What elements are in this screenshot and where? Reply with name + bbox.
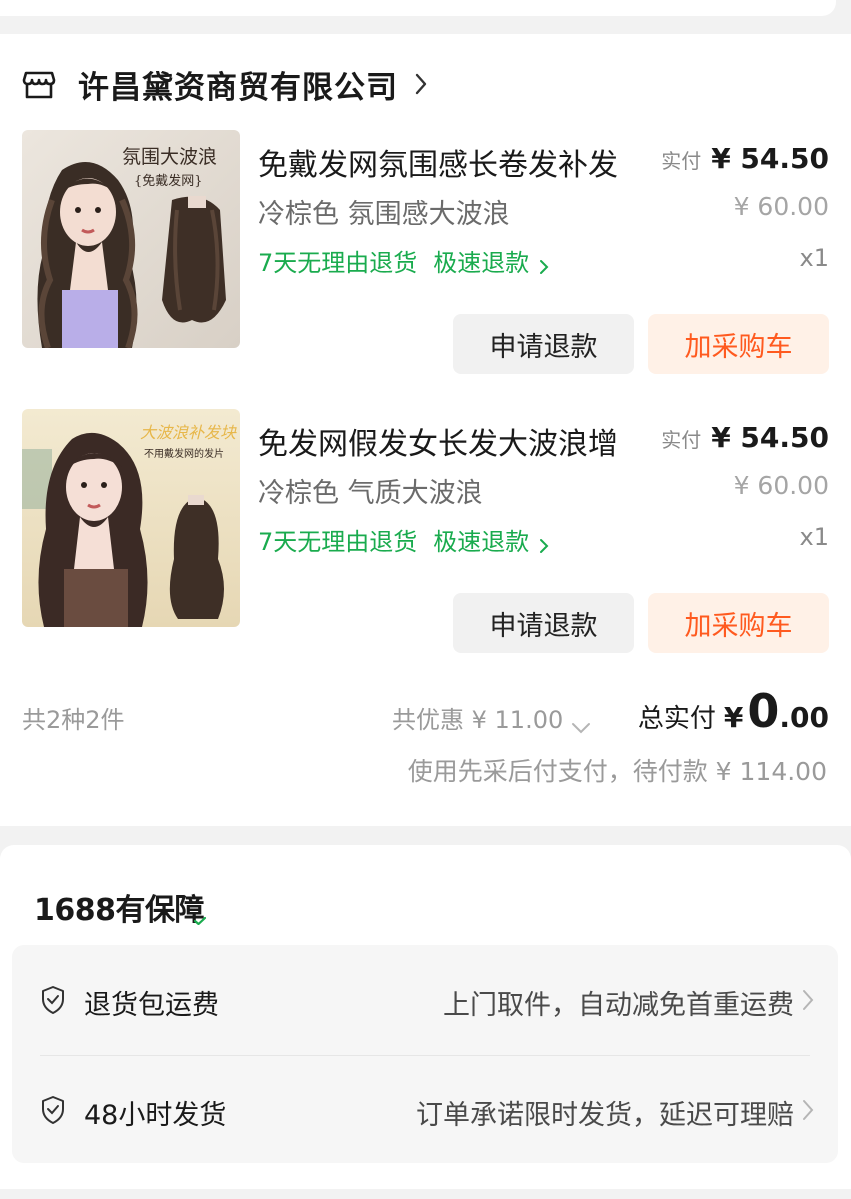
shield-check-icon — [42, 986, 64, 1014]
price-row: 实付 ¥ 54.50 — [661, 421, 829, 454]
shop-name: 许昌黛资商贸有限公司 — [78, 69, 398, 106]
chevron-right-icon — [539, 253, 549, 274]
guarantee-list: 退货包运费 上门取件，自动减免首重运费 48小时发货 订单承诺限时发货，延迟可理… — [12, 945, 838, 1163]
price-value: ¥ 54.50 — [711, 142, 829, 175]
chevron-right-icon — [539, 532, 549, 553]
product-title[interactable]: 免发网假发女长发大波浪增 — [258, 419, 618, 463]
price-label: 实付 — [661, 428, 702, 452]
policy-refund: 极速退款 — [433, 249, 530, 277]
total-label: 总实付 — [637, 704, 716, 734]
product-variant: 冷棕色 氛围感大波浪 — [258, 199, 510, 230]
guarantee-desc: 上门取件，自动减免首重运费 — [443, 990, 794, 1021]
refund-button[interactable]: 申请退款 — [453, 593, 634, 653]
check-icon — [194, 917, 206, 925]
guarantee-brand: 1688 — [34, 893, 116, 928]
product-image[interactable]: 氛围大波浪 {免戴发网} — [22, 130, 240, 348]
guarantee-last-char-wrap: 障 — [175, 885, 206, 929]
chevron-right-icon — [414, 72, 428, 96]
chevron-right-icon — [803, 990, 814, 1010]
item-count: 共2种2件 — [22, 706, 125, 734]
refund-button[interactable]: 申请退款 — [453, 314, 634, 374]
price-row: 实付 ¥ 54.50 — [661, 142, 829, 175]
chevron-down-icon — [571, 712, 591, 733]
previous-card-bottom — [0, 0, 836, 16]
policy-link[interactable]: 7天无理由退货 极速退款 — [258, 243, 549, 278]
thumb-banner: 大波浪补发块 — [140, 423, 237, 442]
policy-return: 7天无理由退货 — [258, 249, 418, 277]
policy-refund: 极速退款 — [433, 528, 530, 556]
price-label: 实付 — [661, 149, 702, 173]
previous-card-edge — [0, 0, 851, 16]
quantity: x1 — [799, 523, 829, 551]
shop-icon — [22, 67, 56, 101]
guarantee-item[interactable]: 退货包运费 上门取件，自动减免首重运费 — [12, 945, 838, 1053]
guarantee-name: 48小时发货 — [84, 1100, 227, 1131]
total-integer: 0 — [747, 684, 780, 738]
order-card: 许昌黛资商贸有限公司 氛围大波浪 {免戴发网} 免戴发网氛围感长卷发补发 实付 … — [0, 34, 851, 826]
guarantee-main: 有保 — [115, 893, 176, 928]
guarantee-card: 1688有保障 退货包运费 上门取件，自动减免首重运费 48小时发货 订单承诺限… — [0, 845, 851, 1189]
discount-toggle[interactable]: 共优惠 ¥ 11.00 — [392, 700, 591, 735]
product-variant: 冷棕色 气质大波浪 — [258, 478, 483, 509]
product-item[interactable]: 大波浪补发块 不用戴发网的发片 免发网假发女长发大波浪增 实付 ¥ 54.50 … — [0, 409, 851, 659]
payment-note: 使用先采后付支付，待付款 ¥ 114.00 — [407, 757, 827, 786]
original-price: ¥ 60.00 — [733, 192, 829, 221]
policy-link[interactable]: 7天无理由退货 极速退款 — [258, 522, 549, 557]
guarantee-name: 退货包运费 — [84, 990, 219, 1021]
policy-return: 7天无理由退货 — [258, 528, 418, 556]
thumb-subtitle: 不用戴发网的发片 — [144, 449, 224, 460]
price-value: ¥ 54.50 — [711, 421, 829, 454]
shop-header[interactable]: 许昌黛资商贸有限公司 — [22, 64, 428, 106]
total-currency: ¥ — [723, 701, 744, 734]
shield-check-icon — [42, 1096, 64, 1124]
add-to-cart-button[interactable]: 加采购车 — [648, 314, 829, 374]
add-to-cart-button[interactable]: 加采购车 — [648, 593, 829, 653]
guarantee-title: 1688有保障 — [34, 885, 206, 929]
thumb-banner: 氛围大波浪 — [122, 146, 218, 168]
quantity: x1 — [799, 244, 829, 272]
product-item[interactable]: 氛围大波浪 {免戴发网} 免戴发网氛围感长卷发补发 实付 ¥ 54.50 冷棕色… — [0, 130, 851, 380]
guarantee-item[interactable]: 48小时发货 订单承诺限时发货，延迟可理赔 — [12, 1055, 838, 1163]
product-title[interactable]: 免戴发网氛围感长卷发补发 — [258, 140, 618, 184]
total-paid: 总实付 ¥ 0 .00 — [638, 684, 829, 738]
chevron-right-icon — [803, 1100, 814, 1120]
guarantee-desc: 订单承诺限时发货，延迟可理赔 — [416, 1100, 794, 1131]
thumb-subtitle: {免戴发网} — [134, 174, 203, 189]
product-image[interactable]: 大波浪补发块 不用戴发网的发片 — [22, 409, 240, 627]
discount-text: 共优惠 ¥ 11.00 — [392, 706, 564, 734]
total-decimal: .00 — [779, 701, 829, 734]
original-price: ¥ 60.00 — [733, 471, 829, 500]
